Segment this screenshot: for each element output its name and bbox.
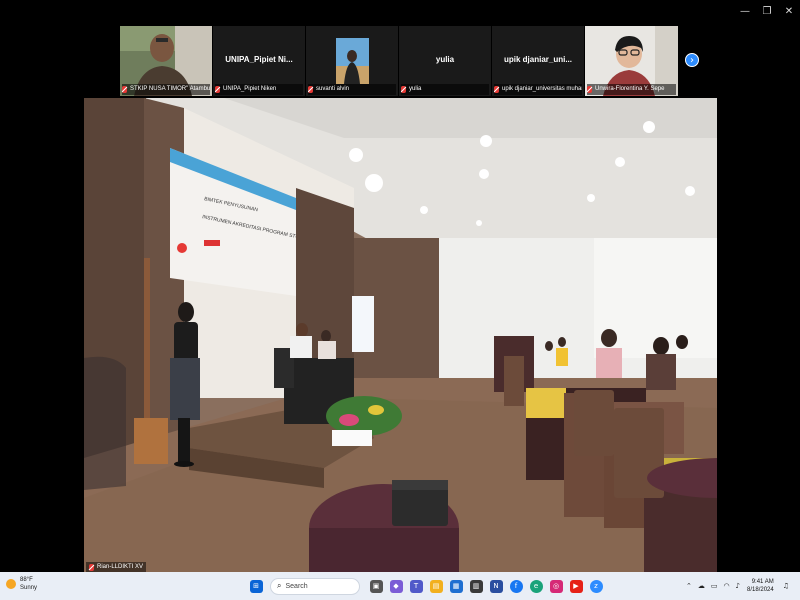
store-icon[interactable]: ▦ <box>449 579 463 593</box>
conference-room-video: BIMTEK PENYUSUNAN INSTRUMEN AKREDITASI P… <box>84 98 717 572</box>
minimize-button[interactable]: — <box>734 0 756 22</box>
search-icon: ⌕ <box>277 581 282 590</box>
participant-display-name: UNIPA_Pipiet Ni... <box>225 55 293 64</box>
close-button[interactable]: ✕ <box>778 0 800 22</box>
mic-muted-icon <box>215 86 220 93</box>
participant-tile[interactable]: Unwira-Florentina Y. Sepe <box>585 26 678 96</box>
participant-display-name: upik djaniar_uni... <box>503 55 572 64</box>
weather-widget[interactable]: 88°F Sunny <box>6 576 37 592</box>
participant-label: UNIPA_Pipiet Niken <box>215 84 303 95</box>
file-explorer-icon[interactable]: ▤ <box>429 579 443 593</box>
copilot-icon[interactable]: ◆ <box>389 579 403 593</box>
weather-temp: 88°F <box>20 577 33 583</box>
clock[interactable]: 9:41 AM 8/18/2024 <box>747 578 774 594</box>
notes-icon[interactable]: N <box>489 579 503 593</box>
window-controls: — ❐ ✕ <box>734 0 800 22</box>
participant-tile[interactable]: yulia yulia <box>399 26 492 96</box>
participant-tile[interactable]: STKIP NUSA TIMOR" Atambua <box>120 26 213 96</box>
participant-tile[interactable]: suvanti alvin <box>306 26 399 96</box>
windows-start-icon[interactable]: ⊞ <box>249 579 263 593</box>
next-participants-button[interactable]: › <box>685 53 699 67</box>
participant-label: Unwira-Florentina Y. Sepe <box>587 84 676 95</box>
windows-taskbar: 88°F Sunny ⊞ ⌕ Search ▣ ◆ T ▤ ▦ ▥ N f e … <box>0 572 800 600</box>
calculator-icon[interactable]: ▥ <box>469 579 483 593</box>
mic-muted-icon <box>122 86 127 93</box>
participant-label: STKIP NUSA TIMOR" Atambua <box>122 84 210 95</box>
mic-muted-icon <box>89 563 94 571</box>
search-input[interactable]: ⌕ Search <box>270 577 360 595</box>
participant-label: upik djaniar_universitas muham... <box>494 84 582 95</box>
mic-muted-icon <box>587 86 592 93</box>
volume-icon[interactable]: ♪ <box>736 582 740 590</box>
youtube-icon[interactable]: ▶ <box>569 579 583 593</box>
instagram-icon[interactable]: ◎ <box>549 579 563 593</box>
battery-icon[interactable]: ▭ <box>711 582 718 590</box>
system-tray: ⌃ ☁ ▭ ◠ ♪ 9:41 AM 8/18/2024 ♫ <box>683 576 792 596</box>
participant-tile[interactable]: UNIPA_Pipiet Ni... UNIPA_Pipiet Niken <box>213 26 306 96</box>
main-video: BIMTEK PENYUSUNAN INSTRUMEN AKREDITASI P… <box>84 98 717 572</box>
mic-muted-icon <box>308 86 313 93</box>
weather-condition: Sunny <box>20 585 38 591</box>
edge-icon[interactable]: e <box>529 579 543 593</box>
notification-bell-icon[interactable]: ♫ <box>783 582 789 590</box>
participant-tile[interactable]: upik djaniar_uni... upik djaniar_univers… <box>492 26 585 96</box>
mic-muted-icon <box>401 86 406 93</box>
participant-label: yulia <box>401 84 489 95</box>
wifi-icon[interactable]: ◠ <box>723 582 729 590</box>
speaker-label: Rian-LLDIKTI XV <box>86 562 147 572</box>
mic-muted-icon <box>494 86 499 93</box>
taskbar-apps: ⊞ ⌕ Search ▣ ◆ T ▤ ▦ ▥ N f e ◎ ▶ z <box>246 576 606 596</box>
participant-label: suvanti alvin <box>308 84 396 95</box>
sun-icon <box>6 579 16 589</box>
task-view-icon[interactable]: ▣ <box>369 579 383 593</box>
facebook-icon[interactable]: f <box>509 579 523 593</box>
cloud-icon[interactable]: ☁ <box>698 582 705 590</box>
zoom-meeting-window: — ❐ ✕ STKIP NUSA TIMOR" Atambua UNIPA_Pi… <box>0 0 800 600</box>
participant-strip: STKIP NUSA TIMOR" Atambua UNIPA_Pipiet N… <box>120 26 680 96</box>
maximize-button[interactable]: ❐ <box>756 0 778 22</box>
zoom-icon[interactable]: z <box>589 579 603 593</box>
chevron-up-icon[interactable]: ⌃ <box>686 582 692 590</box>
participant-display-name: yulia <box>435 55 455 64</box>
teams-icon[interactable]: T <box>409 579 423 593</box>
